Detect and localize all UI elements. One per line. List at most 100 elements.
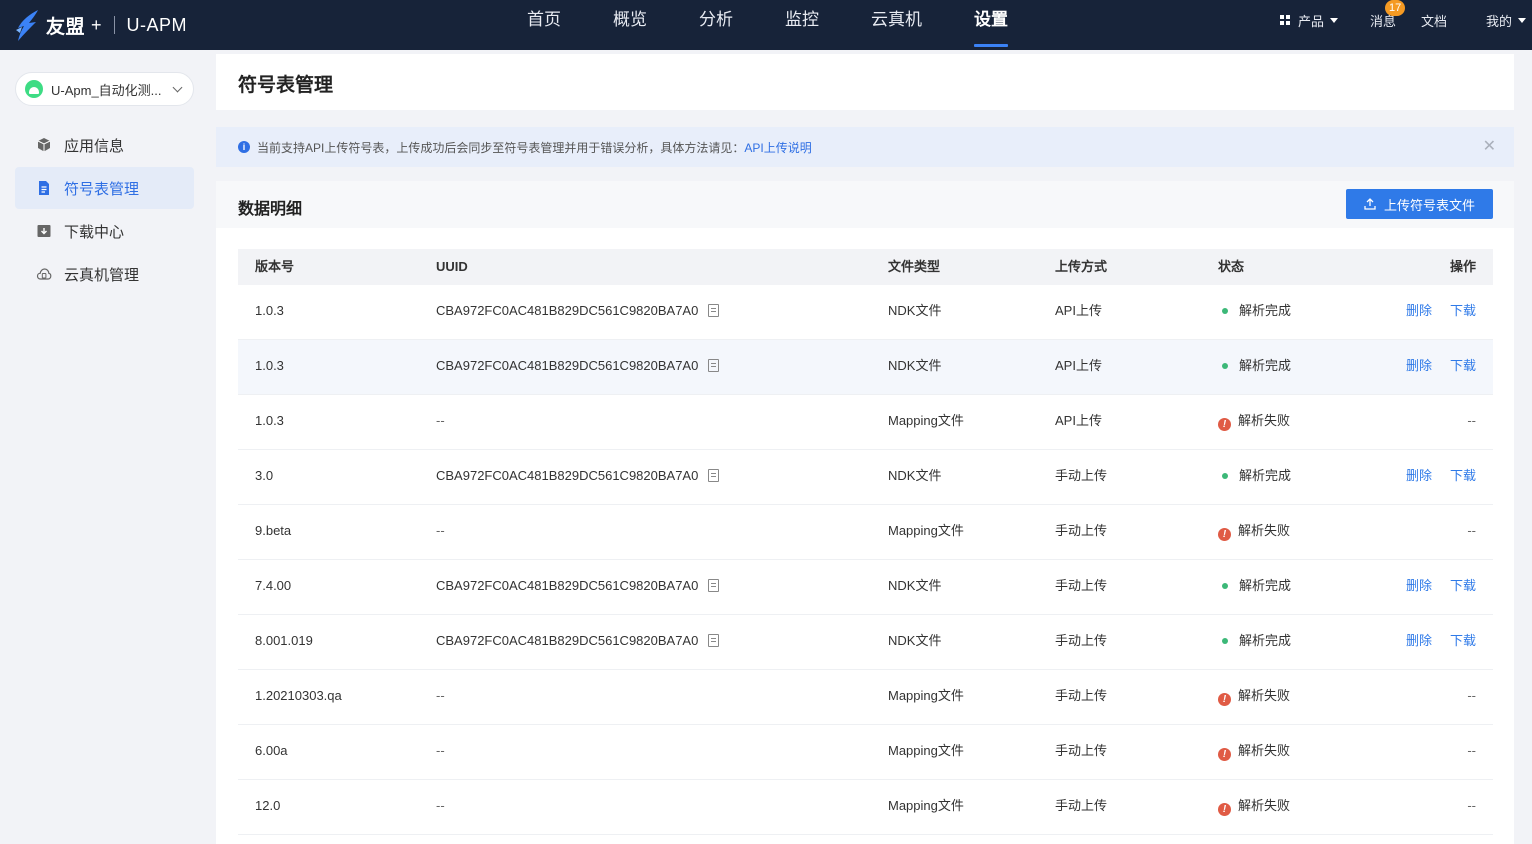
sidebar-item-cloud-device[interactable]: 云真机管理 xyxy=(15,253,194,295)
docs-label: 文档 xyxy=(1421,13,1448,29)
docs-link[interactable]: 文档 xyxy=(1421,0,1447,40)
data-section: 数据明细 上传符号表文件 版本号 UUID 文件类型 上传方式 状态 操作 1.… xyxy=(216,181,1514,844)
uuid-value: CBA972FC0AC481B829DC561C9820BA7A0 xyxy=(436,633,699,648)
grid-icon xyxy=(1280,15,1290,25)
download-button[interactable]: 下载 xyxy=(1450,633,1476,648)
caret-down-icon xyxy=(1518,17,1527,23)
document-icon xyxy=(39,181,49,195)
chevron-down-icon xyxy=(172,82,183,92)
cell-status: ! 解析失败 xyxy=(1218,780,1290,832)
sidebar-item-app-info[interactable]: 应用信息 xyxy=(15,124,194,166)
delete-button[interactable]: 删除 xyxy=(1406,468,1432,483)
error-icon: ! xyxy=(1218,528,1231,541)
uuid-value: CBA972FC0AC481B829DC561C9820BA7A0 xyxy=(436,358,699,373)
delete-button[interactable]: 删除 xyxy=(1406,358,1432,373)
delete-button[interactable]: 删除 xyxy=(1406,633,1432,648)
download-button[interactable]: 下载 xyxy=(1450,468,1476,483)
cell-file-type: NDK文件 xyxy=(888,303,942,318)
tab-cloud-device[interactable]: 云真机 xyxy=(871,0,922,50)
download-button[interactable]: 下载 xyxy=(1450,303,1476,318)
table-row: 7.4.00 CBA972FC0AC481B829DC561C9820BA7A0 N… xyxy=(238,560,1493,615)
cell-upload-method: 手动上传 xyxy=(1055,523,1108,538)
copy-icon[interactable] xyxy=(708,579,720,592)
copy-icon[interactable] xyxy=(708,304,720,317)
page-title: 符号表管理 xyxy=(238,75,334,96)
cube-icon xyxy=(37,138,51,152)
cell-status: 解析完成 xyxy=(1218,615,1291,667)
sidebar-item-label: 应用信息 xyxy=(64,137,125,155)
error-icon: ! xyxy=(1218,748,1231,761)
cell-actions: 删除 下载 xyxy=(1406,340,1476,392)
download-button[interactable]: 下载 xyxy=(1450,578,1476,593)
copy-icon[interactable] xyxy=(708,469,720,482)
table-row: 1.20210303.qa -- Mapping文件 手动上传! 解析失败 -- xyxy=(238,670,1493,725)
cell-file-type: NDK文件 xyxy=(888,468,942,483)
table-row: 3.0 CBA972FC0AC481B829DC561C9820BA7A0 NDK文… xyxy=(238,450,1493,505)
cell-uuid: -- xyxy=(436,688,445,703)
copy-icon[interactable] xyxy=(708,634,720,647)
page-header: 符号表管理 xyxy=(216,54,1514,110)
download-button[interactable]: 下载 xyxy=(1450,358,1476,373)
download-icon xyxy=(37,225,51,237)
delete-button[interactable]: 删除 xyxy=(1406,303,1432,318)
me-menu[interactable]: 我的 xyxy=(1486,0,1527,40)
cell-file-type: Mapping文件 xyxy=(888,413,964,428)
upload-button-label: 上传符号表文件 xyxy=(1383,197,1475,213)
app-selector[interactable]: U-Apm_自动化测... xyxy=(15,72,194,106)
tab-overview[interactable]: 概览 xyxy=(613,0,647,50)
copy-icon[interactable] xyxy=(708,359,720,372)
success-dot-icon xyxy=(1222,583,1228,590)
error-icon: ! xyxy=(1218,803,1231,816)
table-row: 1.0.3 CBA972FC0AC481B829DC561C9820BA7A0 ND… xyxy=(238,285,1493,340)
cell-upload-method: 手动上传 xyxy=(1055,743,1108,758)
cell-upload-method: 手动上传 xyxy=(1055,688,1108,703)
cell-file-type: Mapping文件 xyxy=(888,743,964,758)
cell-status: 解析完成 xyxy=(1218,450,1291,502)
col-file-type: 文件类型 xyxy=(888,259,941,274)
delete-button[interactable]: 删除 xyxy=(1406,578,1432,593)
col-version: 版本号 xyxy=(255,259,295,274)
status-text: 解析完成 xyxy=(1239,303,1292,318)
cell-version: 1.20210303.qa xyxy=(255,688,342,703)
section-title: 数据明细 xyxy=(238,201,303,218)
error-icon: ! xyxy=(1218,418,1231,431)
cell-status: 解析完成 xyxy=(1218,560,1291,612)
messages-badge: 17 xyxy=(1385,0,1406,16)
success-dot-icon xyxy=(1222,308,1228,315)
cell-actions: -- xyxy=(1467,413,1476,428)
table-row: 12.0 -- Mapping文件 手动上传! 解析失败 -- xyxy=(238,780,1493,835)
sidebar-item-download-center[interactable]: 下载中心 xyxy=(15,210,194,252)
tab-analysis[interactable]: 分析 xyxy=(699,0,733,50)
cell-uuid: CBA972FC0AC481B829DC561C9820BA7A0 xyxy=(436,615,720,667)
cell-version: 9.beta xyxy=(255,523,292,538)
cell-uuid: -- xyxy=(436,523,445,538)
status-text: 解析失败 xyxy=(1238,743,1291,758)
cell-upload-method: 手动上传 xyxy=(1055,633,1108,648)
cell-upload-method: 手动上传 xyxy=(1055,578,1108,593)
cell-actions: -- xyxy=(1467,523,1476,538)
sidebar-item-symbol-table[interactable]: 符号表管理 xyxy=(15,167,194,209)
cell-version: 7.4.00 xyxy=(255,578,292,593)
tab-home[interactable]: 首页 xyxy=(527,0,561,50)
cell-actions: 删除 下载 xyxy=(1406,560,1476,612)
col-status: 状态 xyxy=(1218,259,1245,274)
upload-symbol-file-button[interactable]: 上传符号表文件 xyxy=(1346,189,1493,219)
top-nav: 友盟 + U-APM 首页 概览 分析 监控 云真机 设置 产品 消息 17 文… xyxy=(0,0,1532,50)
cell-status: ! 解析失败 xyxy=(1218,725,1290,777)
api-upload-doc-link[interactable]: API上传说明 xyxy=(744,139,811,156)
cell-actions: -- xyxy=(1467,688,1476,703)
cell-file-type: Mapping文件 xyxy=(888,523,964,538)
tab-settings[interactable]: 设置 xyxy=(974,0,1008,50)
error-icon: ! xyxy=(1218,693,1231,706)
status-text: 解析失败 xyxy=(1238,688,1291,703)
tab-monitor[interactable]: 监控 xyxy=(785,0,819,50)
upload-icon xyxy=(1364,198,1376,210)
products-menu[interactable]: 产品 xyxy=(1280,0,1339,40)
cell-status: ! 解析失败 xyxy=(1218,505,1290,557)
cell-file-type: NDK文件 xyxy=(888,578,942,593)
cell-actions: 删除 下载 xyxy=(1406,615,1476,667)
close-icon[interactable]: ✕ xyxy=(1483,139,1496,155)
cell-version: 12.0 xyxy=(255,798,281,813)
cell-uuid: CBA972FC0AC481B829DC561C9820BA7A0 xyxy=(436,285,720,337)
cell-version: 3.0 xyxy=(255,468,274,483)
